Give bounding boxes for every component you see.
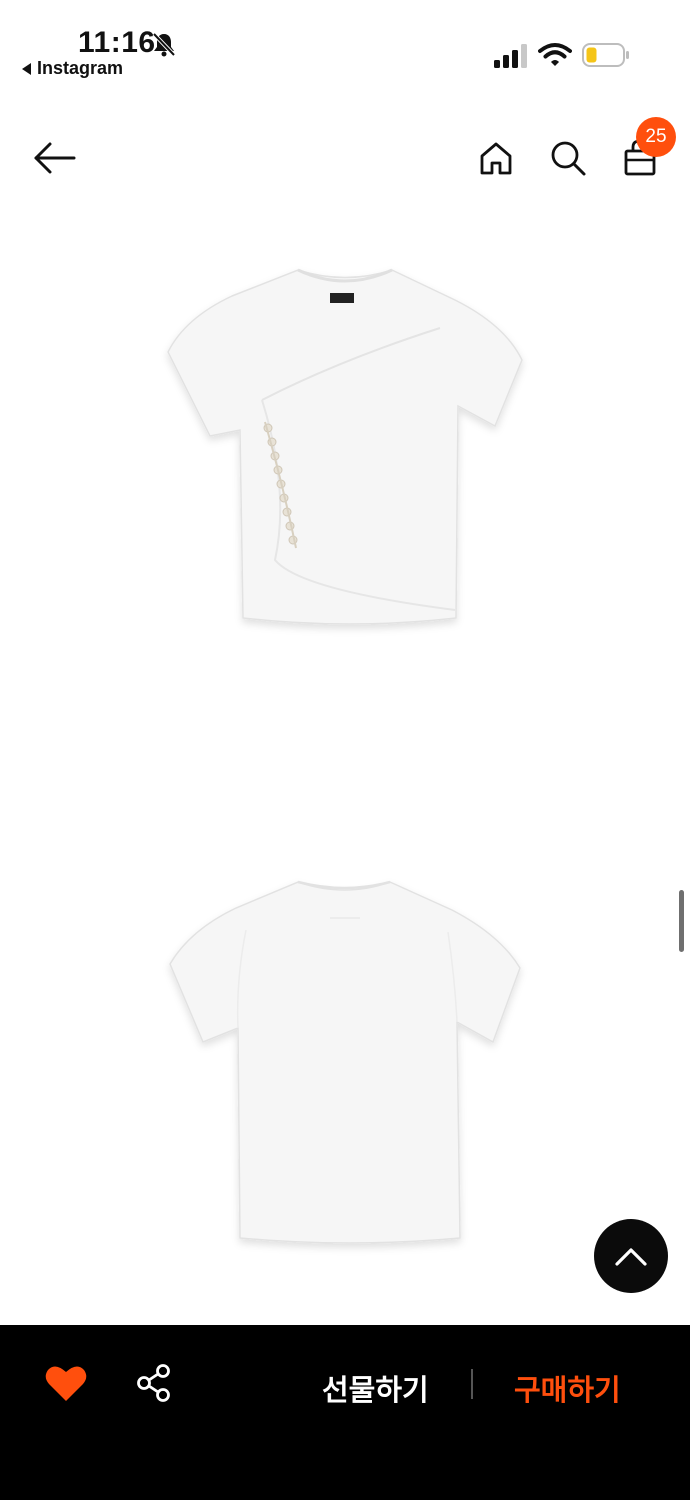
product-image-back <box>169 880 521 1244</box>
cart-count-badge: 25 <box>636 117 676 157</box>
battery-low-icon <box>582 43 629 67</box>
bottom-divider <box>471 1369 473 1399</box>
search-icon[interactable] <box>546 136 590 180</box>
home-icon[interactable] <box>474 136 518 180</box>
top-navigation <box>0 110 690 210</box>
share-icon[interactable] <box>134 1363 174 1403</box>
back-to-app-link[interactable]: Instagram <box>22 58 123 79</box>
heart-icon[interactable] <box>44 1363 88 1403</box>
buy-button[interactable]: 구매하기 <box>514 1367 621 1409</box>
status-time: 11:16 <box>78 26 156 59</box>
back-app-label: Instagram <box>37 58 124 78</box>
cellular-signal-icon <box>494 44 527 68</box>
scroll-to-top-button[interactable] <box>594 1219 668 1293</box>
bottom-action-bar: 선물하기 구매하기 <box>0 1325 690 1500</box>
product-image-front <box>167 268 523 625</box>
back-triangle-icon <box>22 62 31 75</box>
gift-button[interactable]: 선물하기 <box>322 1367 429 1409</box>
status-bar: 11:16 Instagram <box>0 0 690 92</box>
bell-slash-icon <box>152 32 176 57</box>
scroll-indicator[interactable] <box>679 890 684 952</box>
arrow-left-icon[interactable] <box>30 138 78 178</box>
chevron-up-icon <box>615 1248 647 1266</box>
wifi-icon <box>538 43 572 66</box>
